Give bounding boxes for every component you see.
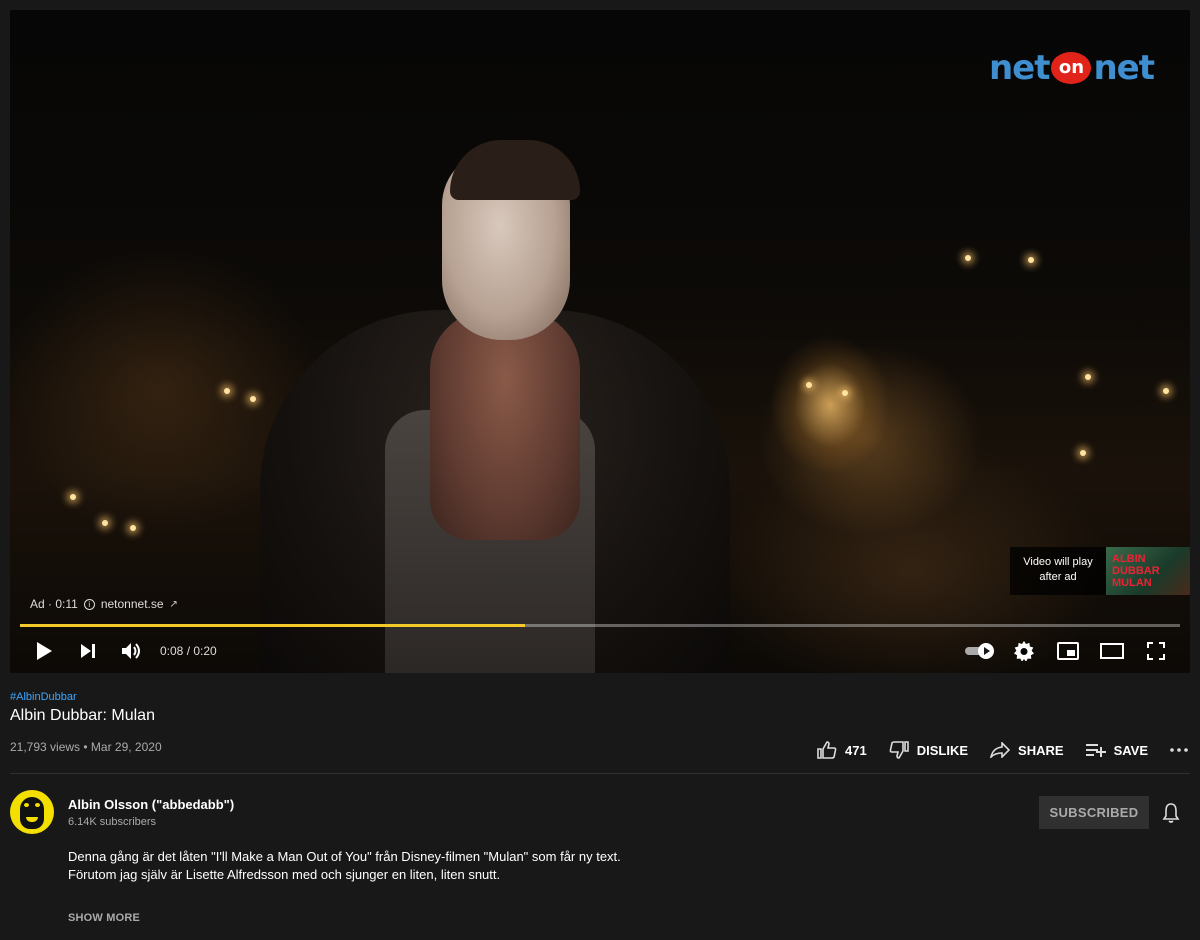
like-count: 471 xyxy=(845,742,867,758)
video-meta: 21,793 views • Mar 29, 2020 xyxy=(10,740,162,754)
hashtag-link[interactable]: #AlbinDubbar xyxy=(10,691,77,703)
advertiser-logo[interactable]: net on net xyxy=(989,48,1155,88)
volume-button[interactable] xyxy=(110,631,154,671)
channel-name[interactable]: Albin Olsson ("abbedabb") xyxy=(68,797,234,812)
play-button[interactable] xyxy=(22,631,66,671)
subscriber-count: 6.14K subscribers xyxy=(68,816,157,828)
playlist-add-icon xyxy=(1085,744,1106,757)
person-scarf xyxy=(430,310,580,540)
bell-icon xyxy=(1162,803,1180,823)
video-preview-thumbnail: ALBIN DUBBAR MULAN xyxy=(1106,547,1190,595)
video-player[interactable]: net on net Ad · 0:11 i netonnet.se ↗ Vid… xyxy=(10,10,1190,673)
video-preview[interactable]: Video will play after ad ALBIN DUBBAR MU… xyxy=(1010,547,1190,595)
channel-avatar[interactable] xyxy=(10,790,54,834)
miniplayer-button[interactable] xyxy=(1046,631,1090,671)
play-icon xyxy=(37,642,52,660)
divider xyxy=(10,773,1190,774)
volume-icon xyxy=(122,643,140,659)
time-display: 0:08 / 0:20 xyxy=(160,644,217,658)
autoplay-toggle-icon xyxy=(965,643,994,659)
video-title: Albin Dubbar: Mulan xyxy=(10,707,155,724)
share-icon xyxy=(990,742,1011,758)
subscribe-button[interactable]: SUBSCRIBED xyxy=(1039,796,1149,829)
dislike-button[interactable]: DISLIKE xyxy=(889,741,968,759)
miniplayer-icon xyxy=(1057,642,1079,660)
share-label: SHARE xyxy=(1018,742,1064,758)
more-actions-button[interactable] xyxy=(1170,747,1188,753)
save-button[interactable]: SAVE xyxy=(1085,742,1148,758)
thumbs-up-icon xyxy=(817,741,837,759)
like-button[interactable]: 471 xyxy=(817,741,867,759)
watch-page: net on net Ad · 0:11 i netonnet.se ↗ Vid… xyxy=(0,0,1200,940)
progress-fill xyxy=(20,624,525,627)
next-button[interactable] xyxy=(66,631,110,671)
advertiser-link[interactable]: netonnet.se xyxy=(101,597,164,611)
description-line: Denna gång är det låten "I'll Make a Man… xyxy=(68,849,621,864)
show-more-button[interactable]: SHOW MORE xyxy=(68,912,140,924)
fullscreen-icon xyxy=(1147,642,1165,660)
video-preview-text: Video will play after ad xyxy=(1010,547,1106,595)
theater-button[interactable] xyxy=(1090,631,1134,671)
video-description: Denna gång är det låten "I'll Make a Man… xyxy=(68,848,621,884)
theater-icon xyxy=(1100,643,1124,659)
ad-timer: Ad · 0:11 xyxy=(30,597,78,611)
ad-info: Ad · 0:11 i netonnet.se ↗ xyxy=(30,597,178,611)
fullscreen-button[interactable] xyxy=(1134,631,1178,671)
next-icon xyxy=(81,644,95,658)
external-link-icon: ↗ xyxy=(169,598,178,610)
share-button[interactable]: SHARE xyxy=(990,742,1064,758)
video-actions: 471 DISLIKE SHARE SAVE xyxy=(795,737,1188,763)
description-line: Förutom jag själv är Lisette Alfredsson … xyxy=(68,867,501,882)
save-label: SAVE xyxy=(1113,742,1148,758)
person-hair xyxy=(450,140,580,200)
player-controls: 0:08 / 0:20 xyxy=(10,630,1190,672)
thumbs-down-icon xyxy=(889,741,909,759)
info-icon[interactable]: i xyxy=(83,598,95,610)
settings-button[interactable] xyxy=(1002,631,1046,671)
notification-bell-button[interactable] xyxy=(1160,802,1182,824)
gear-icon xyxy=(1014,641,1034,661)
progress-bar[interactable] xyxy=(20,624,1180,627)
dislike-label: DISLIKE xyxy=(916,742,969,758)
more-icon xyxy=(1170,748,1188,752)
autoplay-toggle[interactable] xyxy=(958,631,1002,671)
